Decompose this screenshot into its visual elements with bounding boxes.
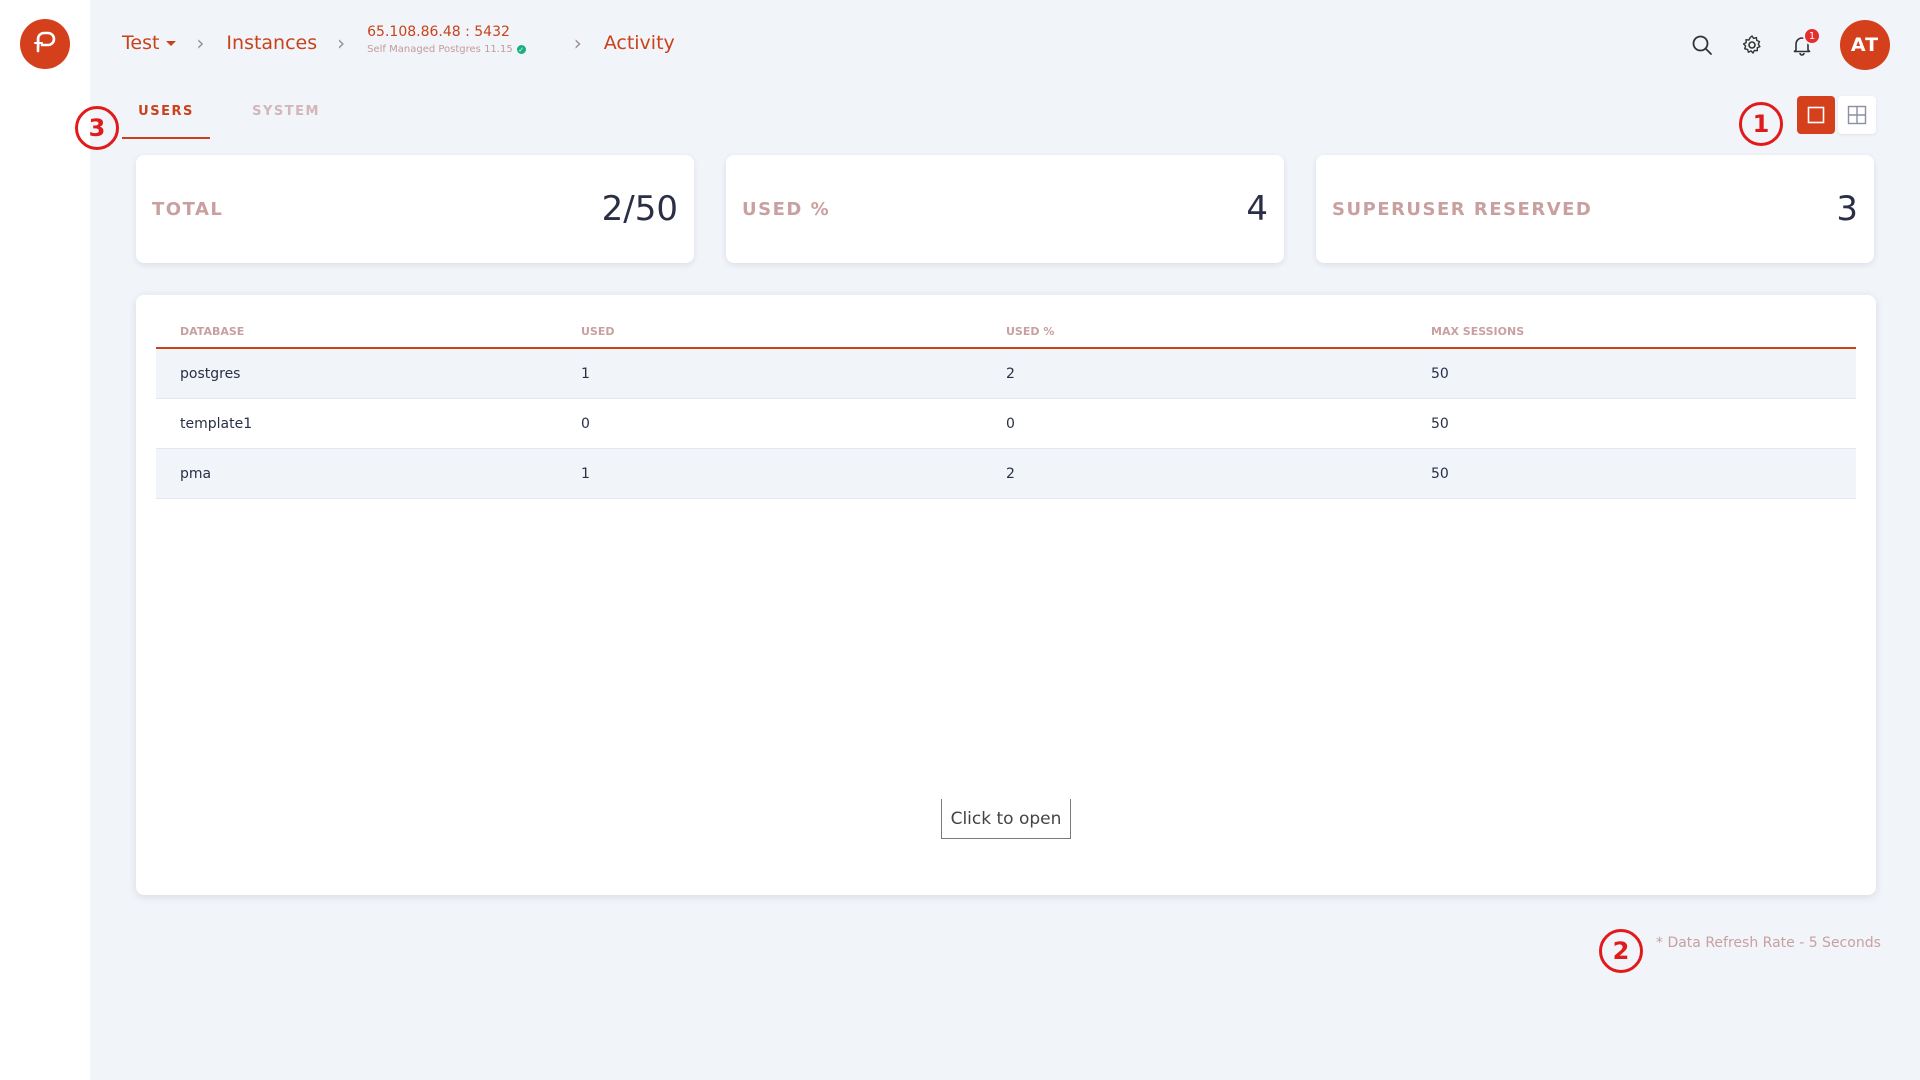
annotation-marker-2: 2 — [1599, 929, 1643, 973]
annotation-marker-3: 3 — [75, 106, 119, 150]
row-tooltip: Click to open — [941, 799, 1071, 839]
breadcrumb-project[interactable]: Test — [122, 32, 177, 54]
tab-bar: USERS SYSTEM — [122, 104, 330, 139]
sidebar — [0, 0, 90, 1080]
stat-card-total: TOTAL 2/50 — [136, 155, 694, 263]
app-logo-icon[interactable] — [20, 19, 70, 69]
search-icon[interactable] — [1690, 33, 1714, 57]
cell-max-sessions: 50 — [1431, 415, 1449, 432]
instance-address: 65.108.86.48 : 5432 — [367, 24, 510, 40]
caret-down-icon — [166, 40, 177, 46]
sessions-table: DATABASE USED USED % MAX SESSIONS postgr… — [156, 325, 1856, 499]
stat-card-superuser-reserved: SUPERUSER RESERVED 3 — [1316, 155, 1874, 263]
cell-database: postgres — [180, 365, 241, 382]
column-header-used-percent[interactable]: USED % — [982, 325, 1407, 347]
cell-used: 0 — [581, 415, 590, 432]
breadcrumb-instance[interactable]: 65.108.86.48 : 5432 Self Managed Postgre… — [367, 24, 526, 55]
cell-database: pma — [180, 465, 212, 482]
cell-used: 1 — [581, 465, 590, 482]
tab-users[interactable]: USERS — [122, 104, 210, 139]
stats-row: TOTAL 2/50 USED % 4 SUPERUSER RESERVED 3 — [136, 155, 1874, 263]
table-row[interactable]: pma 1 2 50 — [156, 449, 1856, 499]
column-header-max-sessions[interactable]: MAX SESSIONS — [1407, 325, 1856, 347]
stat-value: 4 — [1246, 189, 1268, 229]
instance-type-row: Self Managed Postgres 11.15 ✓ — [367, 44, 526, 55]
table-header: DATABASE USED USED % MAX SESSIONS — [156, 325, 1856, 349]
breadcrumb: Test › Instances › 65.108.86.48 : 5432 S… — [122, 24, 675, 55]
stat-label: SUPERUSER RESERVED — [1332, 198, 1593, 220]
tab-system[interactable]: SYSTEM — [242, 104, 330, 139]
cell-database: template1 — [180, 415, 253, 432]
column-header-database[interactable]: DATABASE — [156, 325, 557, 347]
chevron-right-icon: › — [196, 30, 205, 55]
cell-used-percent: 2 — [1006, 365, 1015, 382]
column-header-used[interactable]: USED — [557, 325, 982, 347]
view-toggle — [1797, 96, 1876, 134]
notification-badge: 1 — [1803, 27, 1821, 45]
cell-used-percent: 0 — [1006, 415, 1015, 432]
grid-icon — [1847, 105, 1867, 125]
cell-used-percent: 2 — [1006, 465, 1015, 482]
cell-used: 1 — [581, 365, 590, 382]
top-bar: Test › Instances › 65.108.86.48 : 5432 S… — [90, 0, 1920, 90]
stat-value: 2/50 — [601, 189, 678, 229]
table-row[interactable]: template1 0 0 50 — [156, 399, 1856, 449]
table-row[interactable]: postgres 1 2 50 — [156, 349, 1856, 399]
single-view-button[interactable] — [1797, 96, 1835, 134]
header-actions: 1 AT — [1690, 20, 1890, 70]
gear-icon[interactable] — [1740, 33, 1764, 57]
stat-value: 3 — [1836, 189, 1858, 229]
chevron-right-icon: › — [573, 30, 582, 55]
breadcrumb-activity: Activity — [603, 31, 675, 54]
refresh-rate-note: * Data Refresh Rate - 5 Seconds — [1656, 935, 1881, 951]
cell-max-sessions: 50 — [1431, 365, 1449, 382]
grid-view-button[interactable] — [1838, 96, 1876, 134]
sessions-table-card: DATABASE USED USED % MAX SESSIONS postgr… — [136, 295, 1876, 895]
breadcrumb-instances[interactable]: Instances — [226, 32, 317, 54]
bell-icon[interactable]: 1 — [1790, 27, 1821, 57]
annotation-marker-1: 1 — [1739, 102, 1783, 146]
stat-label: TOTAL — [152, 198, 224, 220]
instance-type: Self Managed Postgres 11.15 — [367, 44, 513, 55]
square-icon — [1807, 106, 1825, 124]
chevron-right-icon: › — [337, 30, 346, 55]
stat-label: USED % — [742, 198, 831, 220]
cell-max-sessions: 50 — [1431, 465, 1449, 482]
stat-card-used-percent: USED % 4 — [726, 155, 1284, 263]
user-avatar[interactable]: AT — [1840, 20, 1890, 70]
status-check-icon: ✓ — [516, 45, 526, 54]
